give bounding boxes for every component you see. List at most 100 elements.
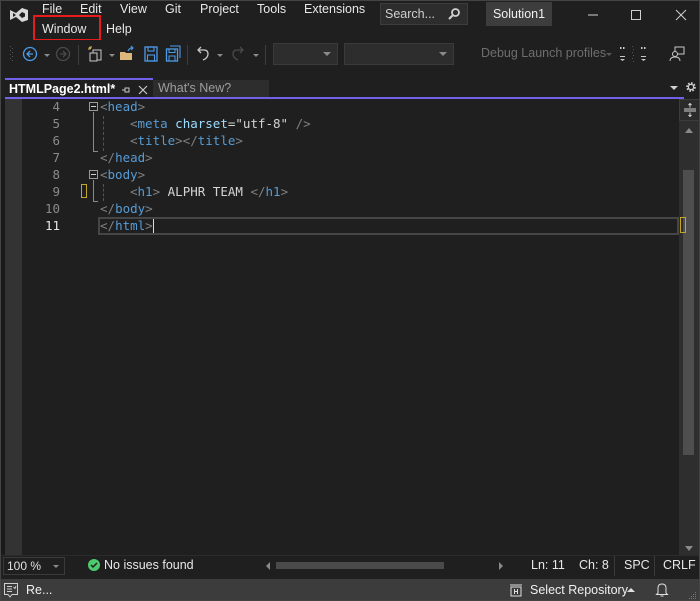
new-item-dropdown[interactable] <box>109 54 115 57</box>
open-folder-icon[interactable] <box>118 44 136 64</box>
status-ready-text: Re... <box>26 583 53 597</box>
scrollbar-change-marker <box>680 217 686 233</box>
code-token-punct: /> <box>295 116 311 131</box>
toolbar-grip-icon[interactable] <box>10 44 14 64</box>
toolbar-separator <box>187 45 188 65</box>
split-editor-button[interactable] <box>679 99 700 121</box>
code-line[interactable]: <body> <box>100 167 145 182</box>
line-ending-indicator[interactable]: CRLF <box>654 556 698 576</box>
code-token-punct: < <box>100 99 108 114</box>
chevron-up-icon[interactable] <box>627 588 635 592</box>
code-line[interactable]: <title></title> <box>130 133 243 148</box>
gear-icon[interactable] <box>685 81 697 93</box>
menu-tools[interactable]: Tools <box>257 2 286 16</box>
pin-icon[interactable] <box>121 85 131 95</box>
tab-htmlpage2[interactable]: HTMLPage2.html* <box>5 78 153 98</box>
code-token-punct: > <box>280 184 289 199</box>
code-line[interactable]: <head> <box>100 99 145 114</box>
scroll-up-arrow-icon[interactable] <box>685 128 693 133</box>
chevron-down-icon <box>53 565 59 568</box>
code-line[interactable]: <meta charset="utf-8" /> <box>130 116 311 131</box>
whitespace-text: SPC <box>624 558 650 572</box>
line-number: 4 <box>52 99 60 114</box>
navigate-back-dropdown[interactable] <box>44 54 50 57</box>
code-token-punct: </ <box>250 184 266 199</box>
toolbar-overflow-icon[interactable] <box>618 44 648 64</box>
debug-launch-profiles-button[interactable]: Debug Launch profiles <box>481 46 606 60</box>
solution-configuration-combo[interactable] <box>273 43 338 65</box>
zoom-level-value: 100 % <box>7 559 42 573</box>
undo-icon[interactable] <box>195 44 211 64</box>
undo-dropdown[interactable] <box>217 54 223 57</box>
collapse-head-icon[interactable] <box>89 102 98 111</box>
issues-indicator[interactable]: No issues found <box>88 558 194 572</box>
tab-whats-new[interactable]: What's New? <box>153 80 269 98</box>
code-token-punct: > <box>145 201 153 216</box>
solution-platform-combo[interactable] <box>344 43 454 65</box>
code-token-punct: ></ <box>175 133 198 148</box>
notifications-bell-icon[interactable] <box>655 582 669 598</box>
code-line[interactable]: </head> <box>100 150 153 165</box>
whitespace-indicator[interactable]: SPC <box>614 556 654 576</box>
line-number: 5 <box>52 116 60 131</box>
navigate-forward-icon[interactable] <box>55 44 71 64</box>
search-input[interactable]: Search... <box>380 3 468 25</box>
new-item-icon[interactable] <box>86 44 104 64</box>
chevron-down-icon <box>323 52 331 56</box>
change-tracking-marker <box>81 184 87 198</box>
toolbar: Debug Launch profiles <box>0 40 700 70</box>
menu-edit[interactable]: Edit <box>80 2 102 16</box>
minimize-icon[interactable] <box>582 4 604 26</box>
code-line[interactable]: </body> <box>100 201 153 216</box>
scroll-down-arrow-icon[interactable] <box>685 546 693 551</box>
code-token-punct: < <box>130 116 138 131</box>
horizontal-scrollbar[interactable] <box>262 560 462 572</box>
current-line-highlight <box>98 217 679 235</box>
indent-guide <box>103 184 104 201</box>
tab-overflow-dropdown-icon[interactable] <box>670 86 678 90</box>
maximize-icon[interactable] <box>625 4 647 26</box>
scroll-left-arrow-icon[interactable] <box>266 562 270 570</box>
line-number-indicator[interactable]: Ln: 11 <box>531 558 565 572</box>
navigate-back-icon[interactable] <box>22 44 38 64</box>
code-token-tag: head <box>115 150 146 165</box>
line-number: 9 <box>52 184 60 199</box>
scrollbar-thumb[interactable] <box>683 170 694 455</box>
menu-file[interactable]: File <box>42 2 62 16</box>
menu-help[interactable]: Help <box>106 22 132 36</box>
window-menu-highlight-box <box>33 15 101 41</box>
fold-guide-end <box>93 151 98 152</box>
toolbar-separator <box>78 45 79 65</box>
close-tab-icon[interactable] <box>138 85 148 95</box>
redo-dropdown[interactable] <box>253 54 259 57</box>
zoom-level-combo[interactable]: 100 % <box>3 557 65 575</box>
live-share-icon[interactable] <box>668 44 686 64</box>
menu-git[interactable]: Git <box>165 2 181 16</box>
menu-project[interactable]: Project <box>200 2 239 16</box>
menu-view[interactable]: View <box>120 2 147 16</box>
code-token-str: "utf-8" <box>235 116 289 131</box>
debug-launch-profiles-dropdown[interactable] <box>606 53 612 56</box>
code-token-punct: </ <box>100 150 116 165</box>
horizontal-scrollbar-thumb[interactable] <box>276 562 444 569</box>
line-number: 11 <box>44 218 60 233</box>
save-all-icon[interactable] <box>165 44 181 64</box>
output-window-icon[interactable] <box>3 582 19 599</box>
select-repository-button[interactable]: Select Repository <box>530 583 628 597</box>
code-line[interactable]: <h1> ALPHR TEAM </h1> <box>130 184 288 199</box>
code-token-punct: </ <box>100 201 116 216</box>
line-number: 6 <box>52 133 60 148</box>
close-icon[interactable] <box>670 4 692 26</box>
code-token-tag: meta <box>137 116 168 131</box>
column-indicator[interactable]: Ch: 8 <box>579 558 609 572</box>
scroll-right-arrow-icon[interactable] <box>499 562 503 570</box>
redo-icon[interactable] <box>230 44 246 64</box>
fold-guide <box>93 180 94 201</box>
solution-name-badge[interactable]: Solution1 <box>486 2 552 26</box>
code-token-punct: > <box>235 133 243 148</box>
collapse-body-icon[interactable] <box>89 170 98 179</box>
line-number: 8 <box>52 167 60 182</box>
menu-extensions[interactable]: Extensions <box>304 2 365 16</box>
resize-grip-icon[interactable] <box>688 591 697 600</box>
save-icon[interactable] <box>143 44 159 64</box>
